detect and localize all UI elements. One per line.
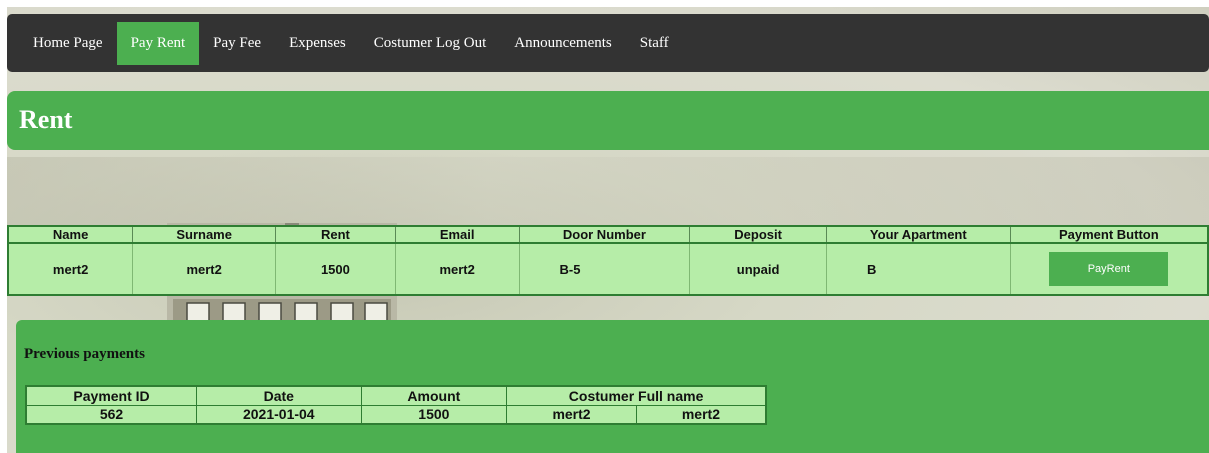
- date-cell: 2021-01-04: [196, 404, 362, 425]
- previous-payments-table: Payment ID Date Amount Costumer Full nam…: [25, 385, 767, 425]
- previous-payments-panel: Previous payments Payment ID Date Amount…: [16, 320, 1209, 453]
- column-header: Rent: [275, 225, 396, 244]
- column-header: Email: [394, 225, 520, 244]
- column-header: Your Apartment: [825, 225, 1011, 244]
- rent-cell: 1500: [275, 243, 396, 295]
- table-row: 562 2021-01-04 1500 mert2 mert2: [25, 404, 767, 425]
- column-header: Payment Button: [1009, 225, 1209, 244]
- previous-payments-title: Previous payments: [24, 346, 145, 362]
- name-cell: mert2: [7, 243, 134, 295]
- page-title: Rent: [19, 105, 73, 134]
- column-header: Name: [7, 225, 134, 244]
- apartment-cell: B: [825, 243, 1011, 295]
- top-navbar: Home Page Pay Rent Pay Fee Expenses Cost…: [7, 14, 1209, 72]
- column-header: Costumer Full name: [506, 385, 767, 406]
- pay-rent-button[interactable]: PayRent: [1049, 252, 1169, 286]
- rent-table-header-row: Name Surname Rent Email Door Number Depo…: [7, 225, 1209, 244]
- rent-table: Name Surname Rent Email Door Number Depo…: [7, 225, 1209, 296]
- column-header: Surname: [132, 225, 277, 244]
- nav-costumer-log-out[interactable]: Costumer Log Out: [360, 22, 501, 65]
- nav-pay-fee[interactable]: Pay Fee: [199, 22, 275, 65]
- nav-home-page[interactable]: Home Page: [19, 22, 117, 65]
- first-name-cell: mert2: [506, 404, 637, 425]
- table-row: mert2 mert2 1500 mert2 B-5 unpaid B PayR…: [7, 243, 1209, 295]
- door-number-cell: B-5: [518, 243, 691, 295]
- amount-cell: 1500: [360, 404, 508, 425]
- last-name-cell: mert2: [635, 404, 767, 425]
- nav-announcements[interactable]: Announcements: [500, 22, 625, 65]
- previous-payments-header-row: Payment ID Date Amount Costumer Full nam…: [25, 385, 767, 406]
- payment-id-cell: 562: [25, 404, 198, 425]
- column-header: Payment ID: [25, 385, 198, 406]
- email-cell: mert2: [394, 243, 520, 295]
- nav-expenses[interactable]: Expenses: [275, 22, 360, 65]
- page-header: Rent: [7, 91, 1209, 150]
- deposit-cell: unpaid: [689, 243, 827, 295]
- payment-button-cell: PayRent: [1009, 243, 1209, 295]
- nav-pay-rent[interactable]: Pay Rent: [116, 21, 200, 65]
- nav-staff[interactable]: Staff: [626, 22, 683, 65]
- column-header: Door Number: [518, 225, 691, 244]
- surname-cell: mert2: [132, 243, 277, 295]
- column-header: Deposit: [689, 225, 827, 244]
- column-header: Amount: [360, 385, 508, 406]
- column-header: Date: [196, 385, 362, 406]
